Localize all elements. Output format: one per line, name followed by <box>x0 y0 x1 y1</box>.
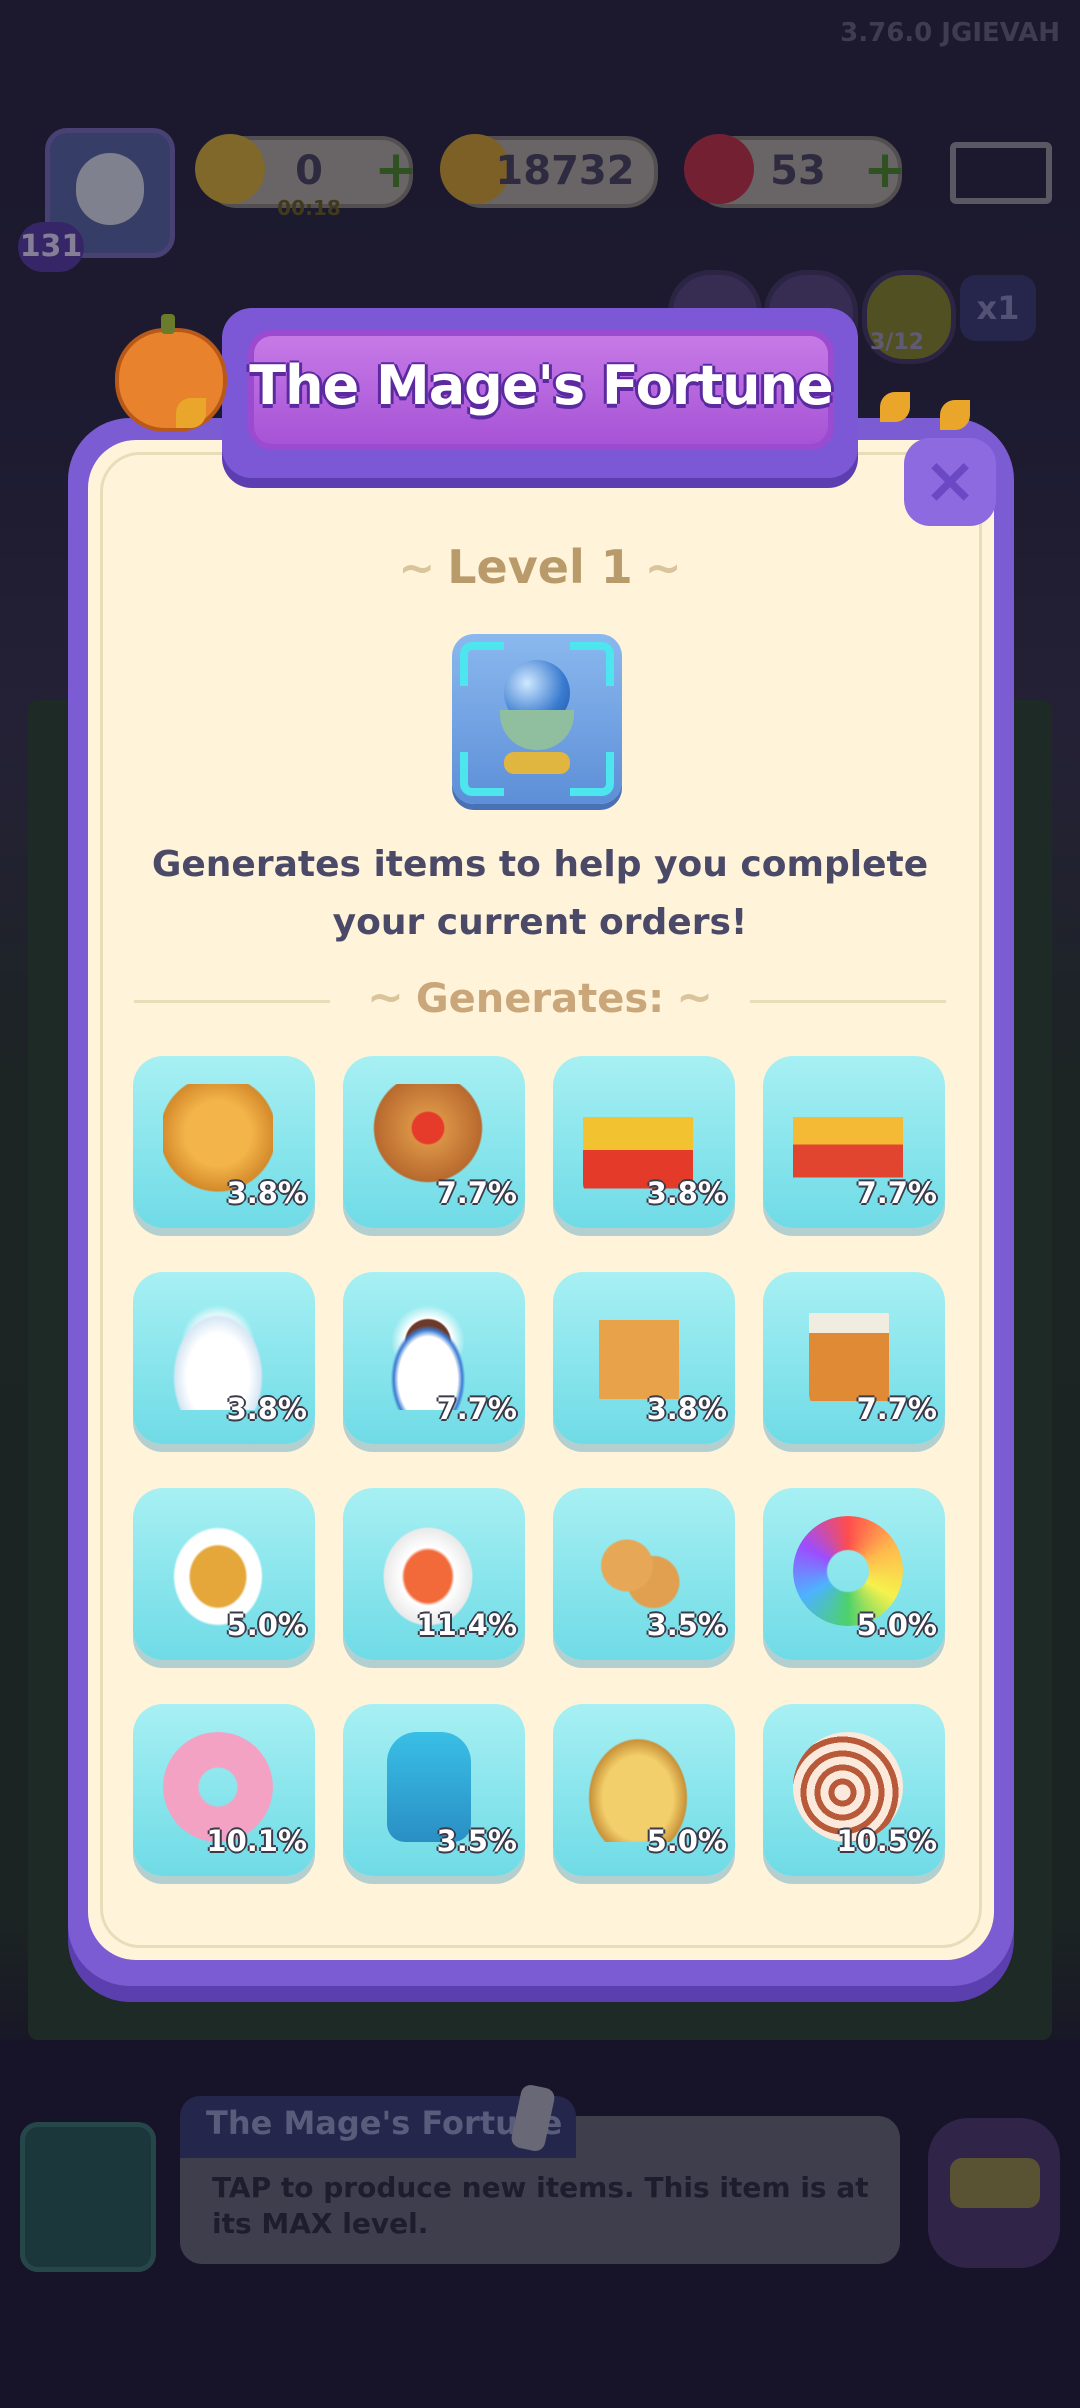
item-shrimp-plate-cell[interactable]: 11.4% <box>343 1488 525 1660</box>
item-chance-label: 7.7% <box>856 1176 937 1210</box>
item-chance-label: 3.5% <box>436 1824 517 1858</box>
item-coffee-cup-saucer-cell[interactable]: 7.7% <box>343 1272 525 1444</box>
item-rainbow-float-ring-cell[interactable]: 5.0% <box>763 1488 945 1660</box>
item-chance-label: 3.8% <box>226 1176 307 1210</box>
item-chance-label: 10.1% <box>206 1824 307 1858</box>
item-chance-label: 7.7% <box>436 1176 517 1210</box>
crystal-ball-icon <box>452 634 622 804</box>
item-grilled-fish-cell[interactable]: 5.0% <box>133 1488 315 1660</box>
item-chance-label: 10.5% <box>836 1824 937 1858</box>
leaf-decoration-icon <box>880 392 910 422</box>
leaf-decoration-icon <box>176 398 206 428</box>
item-chance-label: 7.7% <box>436 1392 517 1426</box>
item-chance-label: 5.0% <box>856 1608 937 1642</box>
item-chance-label: 11.4% <box>416 1608 517 1642</box>
generates-heading: ~ Generates: ~ <box>0 972 1080 1023</box>
pumpkin-decoration-icon <box>115 314 227 432</box>
item-chance-label: 5.0% <box>226 1608 307 1642</box>
swirl-right-icon: ~ <box>644 543 682 594</box>
leaf-decoration-icon <box>940 400 970 430</box>
swirl-right-icon: ~ <box>676 972 714 1023</box>
item-bread-loaf-cell[interactable]: 3.8% <box>133 1056 315 1228</box>
item-coffee-cup-cell[interactable]: 3.8% <box>133 1272 315 1444</box>
item-nautilus-shell-cell[interactable]: 10.5% <box>763 1704 945 1876</box>
item-iced-tea-glass-cell[interactable]: 3.8% <box>553 1272 735 1444</box>
popup-title: The Mage's Fortune <box>249 354 833 417</box>
item-conch-shell-cell[interactable]: 5.0% <box>553 1704 735 1876</box>
item-donuts-cell[interactable]: 3.5% <box>553 1488 735 1660</box>
swirl-left-icon: ~ <box>366 972 404 1023</box>
generates-label: Generates: <box>415 976 665 1022</box>
item-french-fries-cell[interactable]: 3.8% <box>553 1056 735 1228</box>
item-toast-with-jam-cell[interactable]: 7.7% <box>343 1056 525 1228</box>
level-label: Level 1 <box>447 540 633 594</box>
item-pink-float-ring-cell[interactable]: 10.1% <box>133 1704 315 1876</box>
level-heading: ~ Level 1 ~ <box>0 540 1080 594</box>
item-iced-tea-jar-cell[interactable]: 7.7% <box>763 1272 945 1444</box>
item-chance-label: 5.0% <box>646 1824 727 1858</box>
item-loaded-fries-cell[interactable]: 7.7% <box>763 1056 945 1228</box>
swirl-left-icon: ~ <box>398 543 436 594</box>
close-button[interactable]: × <box>904 438 996 526</box>
popup-description: Generates items to help you complete you… <box>151 844 929 943</box>
generated-items-grid: 3.8% 7.7% 3.8% 7.7% 3.8% 7.7% 3.8% 7.7% 5.0% 11.4… <box>133 1056 949 1876</box>
item-life-vest-cell[interactable]: 3.5% <box>343 1704 525 1876</box>
item-chance-label: 7.7% <box>856 1392 937 1426</box>
item-chance-label: 3.8% <box>646 1176 727 1210</box>
item-chance-label: 3.8% <box>646 1392 727 1426</box>
item-chance-label: 3.8% <box>226 1392 307 1426</box>
item-chance-label: 3.5% <box>646 1608 727 1642</box>
